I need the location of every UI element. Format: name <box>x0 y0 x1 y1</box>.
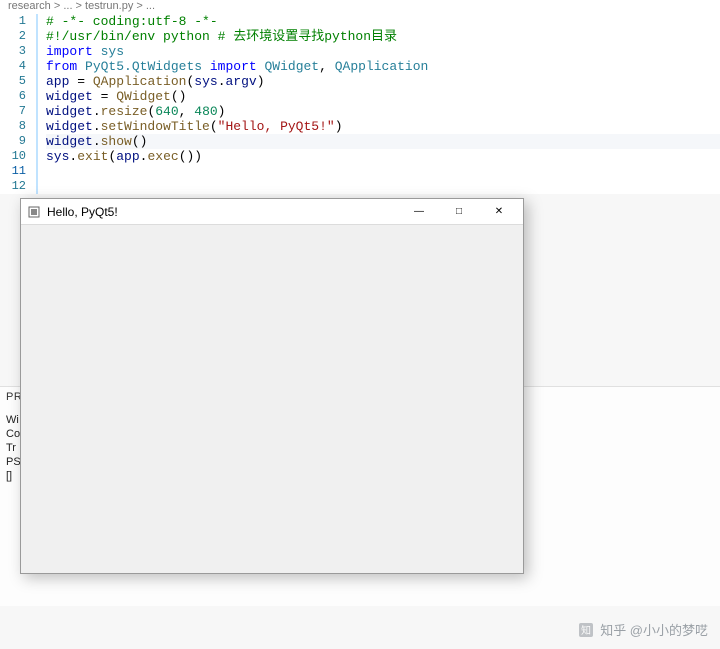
code-editor: research > ... > testrun.py > ... 123456… <box>0 0 720 194</box>
window-icon <box>27 205 41 219</box>
line-number: 8 <box>0 119 26 134</box>
watermark-text: 知乎 @小小的梦呓 <box>600 620 708 639</box>
minimize-button[interactable]: — <box>399 199 439 225</box>
code-line[interactable]: from PyQt5.QtWidgets import QWidget, QAp… <box>46 59 720 74</box>
titlebar[interactable]: Hello, PyQt5! — □ ✕ <box>21 199 523 225</box>
code-line[interactable]: import sys <box>46 44 720 59</box>
line-number: 1 <box>0 14 26 29</box>
code-line[interactable]: widget.resize(640, 480) <box>46 104 720 119</box>
code-line[interactable]: widget.setWindowTitle("Hello, PyQt5!") <box>46 119 720 134</box>
line-number: 2 <box>0 29 26 44</box>
close-button[interactable]: ✕ <box>479 199 519 225</box>
breadcrumb[interactable]: research > ... > testrun.py > ... <box>0 0 720 14</box>
line-number: 4 <box>0 59 26 74</box>
zhihu-icon: 知 <box>578 622 594 638</box>
line-number: 5 <box>0 74 26 89</box>
line-number: 12 <box>0 179 26 194</box>
line-number: 11 <box>0 164 26 179</box>
watermark: 知 知乎 @小小的梦呓 <box>578 620 708 639</box>
code-line[interactable]: # -*- coding:utf-8 -*- <box>46 14 720 29</box>
code-area[interactable]: 123456789101112 # -*- coding:utf-8 -*-#!… <box>0 14 720 194</box>
code-line[interactable]: app = QApplication(sys.argv) <box>46 74 720 89</box>
code-line[interactable]: #!/usr/bin/env python # 去环境设置寻找python目录 <box>46 29 720 44</box>
code-line[interactable]: widget.show() <box>46 134 720 149</box>
line-number: 9 <box>0 134 26 149</box>
maximize-button[interactable]: □ <box>439 199 479 225</box>
line-number: 6 <box>0 89 26 104</box>
code-lines[interactable]: # -*- coding:utf-8 -*-#!/usr/bin/env pyt… <box>36 14 720 194</box>
line-number-gutter: 123456789101112 <box>0 14 36 194</box>
line-number: 3 <box>0 44 26 59</box>
window-controls: — □ ✕ <box>399 199 519 225</box>
window-client-area[interactable] <box>21 225 523 573</box>
line-number: 7 <box>0 104 26 119</box>
window-title: Hello, PyQt5! <box>47 205 399 219</box>
pyqt-app-window[interactable]: Hello, PyQt5! — □ ✕ <box>20 198 524 574</box>
code-line[interactable]: sys.exit(app.exec()) <box>46 149 720 164</box>
svg-text:知: 知 <box>581 624 591 637</box>
line-number: 10 <box>0 149 26 164</box>
code-line[interactable]: widget = QWidget() <box>46 89 720 104</box>
